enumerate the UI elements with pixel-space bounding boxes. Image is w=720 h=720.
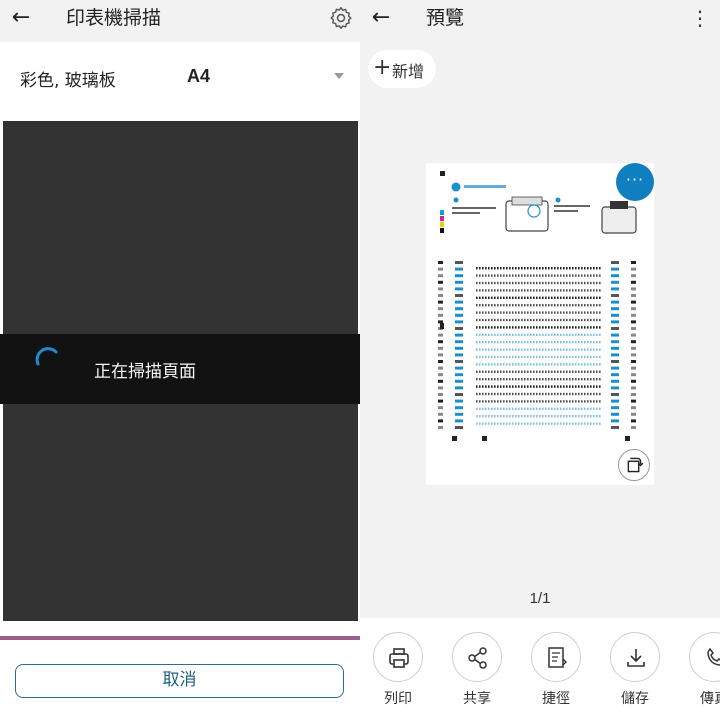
add-page-label: 新增 <box>392 62 425 81</box>
cancel-button[interactable]: 取消 <box>15 664 344 698</box>
scan-settings-row[interactable]: 彩色, 玻璃板 A4 <box>0 42 360 114</box>
gear-icon[interactable] <box>328 5 354 31</box>
action-bar: 列印 共享 捷徑 儲存 傳真 <box>360 618 720 720</box>
action-label: 捷徑 <box>542 691 570 707</box>
scanned-document-image <box>438 171 637 441</box>
action-label: 儲存 <box>621 691 649 707</box>
preview-header: ← 預覽 ⋮ <box>360 0 720 42</box>
scanned-page-thumbnail[interactable] <box>426 163 654 485</box>
share-action[interactable]: 共享 <box>447 632 507 720</box>
rotate-icon[interactable] <box>618 449 650 481</box>
add-page-button[interactable]: + 新增 <box>368 50 436 88</box>
scan-header: ← 印表機掃描 <box>0 0 360 42</box>
back-arrow-icon[interactable]: ← <box>364 4 398 32</box>
action-label: 列印 <box>384 691 412 707</box>
shortcut-action[interactable]: 捷徑 <box>526 632 586 720</box>
action-label: 共享 <box>463 691 491 707</box>
print-action[interactable]: 列印 <box>368 632 428 720</box>
page-title: 預覽 <box>426 7 465 29</box>
more-vertical-icon[interactable]: ⋮ <box>690 6 710 30</box>
action-label: 傳真 <box>700 691 720 707</box>
dropdown-triangle-icon[interactable] <box>334 73 344 79</box>
share-icon <box>452 632 502 682</box>
scanning-toast: 正在掃描頁面 <box>0 334 360 404</box>
plus-icon: + <box>373 55 392 80</box>
fax-icon <box>689 632 720 682</box>
scanning-message: 正在掃描頁面 <box>94 362 196 382</box>
shortcut-icon <box>531 632 581 682</box>
scan-source: 彩色, 玻璃板 <box>20 71 116 91</box>
page-title: 印表機掃描 <box>66 7 162 29</box>
back-arrow-icon[interactable]: ← <box>4 4 38 32</box>
page-counter: 1/1 <box>529 590 551 607</box>
download-icon <box>610 632 660 682</box>
scan-panel: ← 印表機掃描 彩色, 玻璃板 A4 正在掃描頁面 取消 <box>0 0 360 720</box>
paper-size: A4 <box>187 66 211 86</box>
scan-progress-bar <box>0 636 360 640</box>
fax-action[interactable]: 傳真 <box>684 632 720 720</box>
preview-panel: ← 預覽 ⋮ + 新增 ··· 1/1 列印 共享 捷徑 儲存 傳 <box>360 0 720 720</box>
save-action[interactable]: 儲存 <box>605 632 665 720</box>
printer-icon <box>373 632 423 682</box>
loading-spinner-icon <box>35 347 58 366</box>
page-options-button[interactable]: ··· <box>616 163 654 201</box>
